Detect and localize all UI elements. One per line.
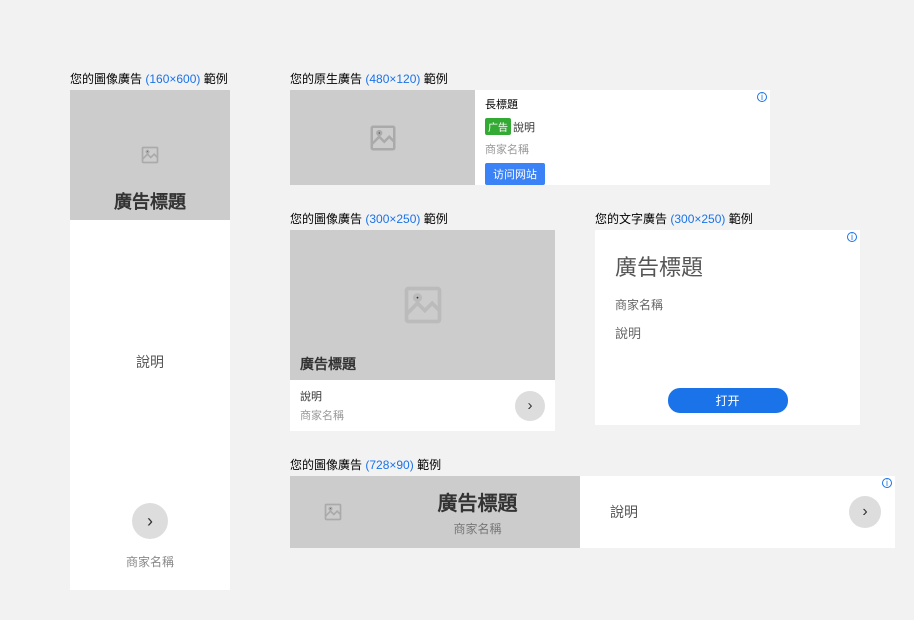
ad-headline: 廣告標題 — [300, 354, 356, 374]
image-icon — [368, 123, 398, 153]
section-label-480x120: 您的原生廣告 (480×120) 範例 — [290, 70, 895, 87]
section-label-728x90: 您的圖像廣告 (728×90) 範例 — [290, 456, 895, 473]
ad-card-160x600[interactable]: i 廣告標題 說明 › 商家名稱 — [70, 90, 230, 590]
ad-card-728x90[interactable]: i 廣告標題 商家名稱 說明 › — [290, 476, 895, 548]
ad-label-row: 广告說明 — [485, 118, 760, 135]
ad-728x90-section: 您的圖像廣告 (728×90) 範例 i 廣告標題 商家名稱 說明 › — [290, 456, 895, 548]
image-icon — [401, 283, 445, 327]
business-name: 商家名稱 — [453, 520, 501, 537]
ad-headline: 廣告標題 — [70, 188, 230, 214]
ad-description: 說明 — [70, 220, 230, 503]
ad-card-300x250-image[interactable]: i 廣告標題 說明 商家名稱 › — [290, 230, 555, 431]
ad-headline: 廣告標題 — [615, 250, 840, 282]
section-label-160x600: 您的圖像廣告 (160×600) 範例 — [70, 70, 250, 87]
cta-visit-button[interactable]: 访问网站 — [485, 163, 545, 185]
ad-image-placeholder: 廣告標題 — [290, 230, 555, 380]
ad-description: 說明 — [580, 502, 849, 522]
ad-image-placeholder — [290, 90, 475, 185]
adchoices-icon[interactable]: i — [882, 478, 892, 488]
ad-300x250-image-section: 您的圖像廣告 (300×250) 範例 i 廣告標題 說明 商家名稱 — [290, 210, 555, 431]
ad-headline: 廣告標題 — [438, 487, 518, 516]
section-label-300x250-img: 您的圖像廣告 (300×250) 範例 — [290, 210, 555, 227]
business-name: 商家名稱 — [485, 141, 760, 157]
ad-image-placeholder: 廣告標題 — [70, 90, 230, 220]
ad-480x120-section: 您的原生廣告 (480×120) 範例 i 長標題 广告說明 商家名稱 访问网站 — [290, 70, 895, 185]
ad-card-300x250-text[interactable]: i 廣告標題 商家名稱 說明 打开 — [595, 230, 860, 425]
ad-mid-block: 廣告標題 商家名稱 — [375, 476, 580, 548]
section-label-300x250-txt: 您的文字廣告 (300×250) 範例 — [595, 210, 860, 227]
ad-image-placeholder — [290, 476, 375, 548]
cta-open-button[interactable]: 打开 — [668, 388, 788, 413]
arrow-button[interactable]: › — [515, 391, 545, 421]
business-name: 商家名稱 — [126, 553, 174, 570]
ad-300x250-text-section: 您的文字廣告 (300×250) 範例 i 廣告標題 商家名稱 說明 打开 — [595, 210, 860, 431]
image-icon — [140, 145, 160, 165]
adchoices-icon[interactable]: i — [757, 92, 767, 102]
business-name: 商家名稱 — [300, 407, 344, 423]
ad-description: 說明 — [615, 323, 840, 388]
arrow-button[interactable]: › — [132, 503, 168, 539]
arrow-button[interactable]: › — [849, 496, 881, 528]
ad-160x600-section: 您的圖像廣告 (160×600) 範例 i 廣告標題 說明 › 商家名稱 — [70, 70, 250, 590]
image-icon — [323, 502, 343, 522]
business-name: 商家名稱 — [615, 296, 840, 313]
ad-long-headline: 長標題 — [485, 96, 760, 112]
ad-badge: 广告 — [485, 118, 511, 135]
ad-card-480x120[interactable]: i 長標題 广告說明 商家名稱 访问网站 — [290, 90, 770, 185]
ad-description: 說明 — [300, 388, 344, 404]
adchoices-icon[interactable]: i — [847, 232, 857, 242]
